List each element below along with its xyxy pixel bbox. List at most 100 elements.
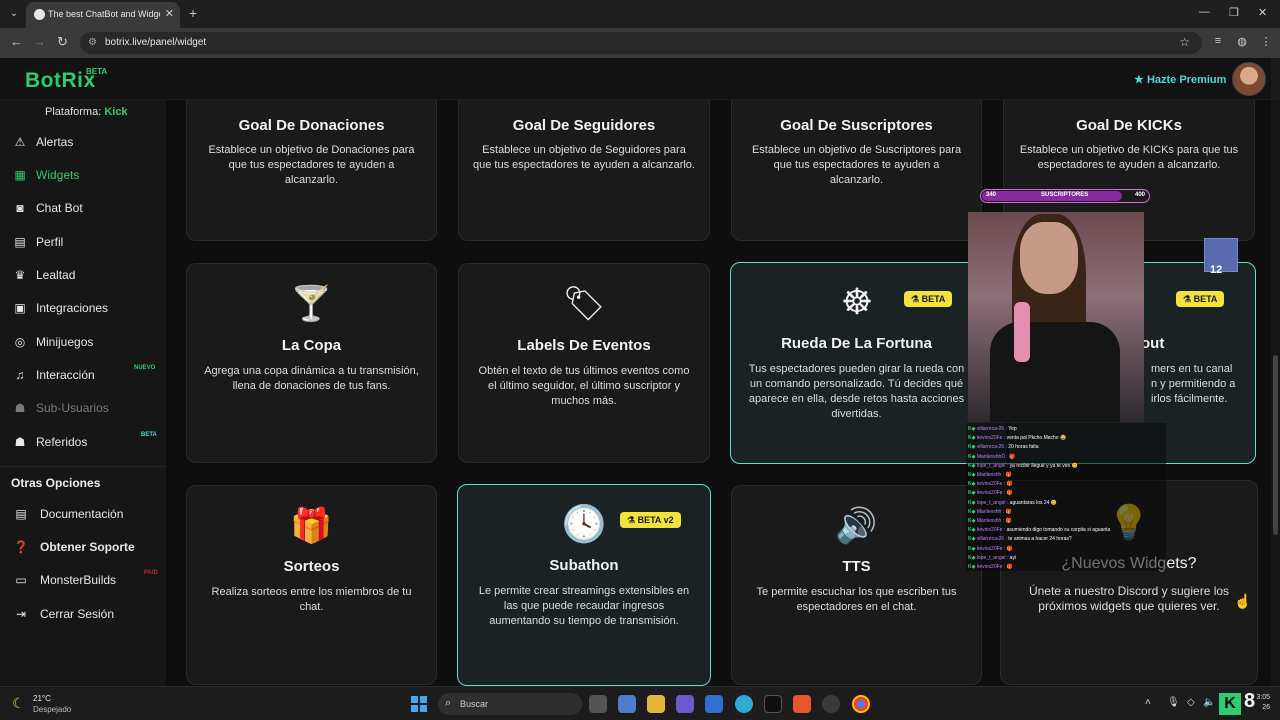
edge-icon[interactable]: [735, 695, 753, 713]
divider: [0, 466, 166, 467]
back-icon[interactable]: ←: [10, 34, 23, 49]
kick-badge-icon: K◆: [968, 481, 976, 488]
scrollbar-thumb[interactable]: [1273, 355, 1278, 535]
mic-icon[interactable]: 🎙: [1167, 697, 1180, 708]
card-la-copa[interactable]: 🍸 La Copa Agrega una copa dinámica a tu …: [186, 263, 437, 463]
sidebar-item-widgets[interactable]: ▦ Widgets: [0, 160, 166, 190]
chat-text: Yep: [1008, 426, 1017, 432]
chat-message: K◆ Marilenshh : 🎁: [968, 471, 1012, 479]
maximize-icon[interactable]: ❐: [1229, 6, 1239, 19]
card-subathon[interactable]: 🕓 ⚗ BETA v2 Subathon Le permite crear st…: [457, 484, 711, 686]
network-icon[interactable]: ◇: [1187, 697, 1195, 708]
card-goal-donaciones[interactable]: Goal De Donaciones Establece un objetivo…: [186, 100, 437, 241]
clock[interactable]: 3:05 26: [1256, 693, 1270, 713]
sidebar-item-lealtad[interactable]: ♛ Lealtad: [0, 260, 166, 290]
store-icon[interactable]: [618, 695, 636, 713]
desc-line: n y permitiendo a: [1151, 378, 1236, 390]
close-tab-icon[interactable]: ✕: [165, 7, 174, 20]
sidebar-item-interaccion[interactable]: ♫ Interacción NUEVO: [0, 360, 166, 390]
kick-badge-icon: K◆: [968, 499, 976, 506]
chat-message: K◆ villarreca‹26 : te animas a hacer 24 …: [968, 535, 1072, 543]
sidebar-item-soporte[interactable]: ❓ Obtener Soporte: [0, 532, 166, 562]
platform-value: Kick: [104, 106, 128, 118]
chat-username: kevinx20Fe :: [976, 545, 1006, 552]
kick-counter: 8: [1244, 690, 1256, 712]
chat-message: K◆ kevinx20Fe : 🎁: [968, 545, 1013, 553]
sidebar-item-label: Referidos: [36, 435, 88, 449]
chat-message: K◆ Marilenshh : 🎁: [968, 508, 1012, 516]
file-explorer-icon[interactable]: [647, 695, 665, 713]
forward-icon[interactable]: →: [33, 34, 46, 49]
sidebar-item-label: Minijuegos: [36, 335, 94, 349]
tags-icon: 🏷: [562, 285, 606, 323]
kick-badge-icon: K◆: [968, 564, 976, 570]
premium-button[interactable]: ★ Hazte Premium: [1134, 73, 1226, 86]
card-goal-seguidores[interactable]: Goal De Seguidores Establece un objetivo…: [458, 100, 710, 241]
card-tts[interactable]: 🔊 TTS Te permite escuchar los que escrib…: [731, 485, 982, 685]
address-bar[interactable]: ⚙ botrix.live/panel/widget ☆: [80, 32, 1202, 54]
user-avatar[interactable]: [1232, 62, 1266, 96]
speaker-icon: 🔊: [835, 507, 878, 545]
chat-message: K◆ kevinx20Fe : 🎁: [968, 489, 1013, 497]
chat-message: K◆ lope_t_angel : ayi: [968, 554, 1016, 562]
desc-line: irlos fácilmente.: [1151, 393, 1228, 405]
kick-badge-icon: K◆: [968, 508, 976, 515]
sidebar-item-monsterbuilds[interactable]: ▭ MonsterBuilds PAID: [0, 565, 166, 595]
chat-message: K◆ kevinx20Fe : 🎁: [968, 480, 1013, 488]
sidebar-item-sub-usuarios[interactable]: ☗ Sub-Usuarios: [0, 393, 166, 423]
sidebar-item-cerrar-sesion[interactable]: ⇥ Cerrar Sesión: [0, 599, 166, 629]
profile-icon[interactable]: ◍: [1235, 35, 1249, 49]
tab-search-icon[interactable]: ⌄: [6, 6, 22, 22]
card-labels-eventos[interactable]: 🏷 Labels De Eventos Obtén el texto de tu…: [458, 263, 710, 463]
taskbar-search[interactable]: ⌕ Buscar: [438, 693, 582, 715]
tray-chevron-icon[interactable]: ˄: [1145, 697, 1151, 708]
volume-icon[interactable]: 🔈: [1203, 697, 1215, 708]
sidebar-item-perfil[interactable]: ▤ Perfil: [0, 227, 166, 257]
close-window-icon[interactable]: ✕: [1258, 6, 1267, 19]
menu-icon[interactable]: ⋮: [1259, 35, 1273, 49]
obs-icon[interactable]: [822, 695, 840, 713]
chat-username: Marilenshh :: [976, 472, 1005, 478]
webcam-overlay: [968, 212, 1144, 422]
chat-message: K◆ lope_t_angel : ya recibir llegué y ya…: [968, 462, 1078, 470]
site-info-icon[interactable]: ⚙: [88, 37, 97, 48]
card-title: Goal De Suscriptores: [780, 117, 933, 134]
chat-text: 🎁: [1006, 545, 1013, 552]
card-sorteos[interactable]: 🎁 Sorteos Realiza sorteos entre los miem…: [186, 485, 437, 685]
card-goal-suscriptores[interactable]: Goal De Suscriptores Establece un objeti…: [731, 100, 982, 241]
card-title: Goal De KICKs: [1076, 117, 1182, 134]
new-tab-icon[interactable]: +: [189, 5, 197, 21]
weather-desc: Despejado: [33, 705, 72, 714]
beta-badge: ⚗ BETA: [1176, 291, 1225, 307]
search-icon: ⌕: [445, 697, 452, 709]
sidebar-item-minijuegos[interactable]: ◎ Minijuegos: [0, 327, 166, 357]
kick-badge-icon: K◆: [968, 536, 976, 543]
kick-badge-icon: K◆: [968, 462, 976, 469]
chat-text: 🎁: [1006, 490, 1013, 497]
star-icon: ★: [1134, 74, 1144, 86]
sidebar-item-referidos[interactable]: ☗ Referidos BETA: [0, 427, 166, 457]
gamepad-icon: ◎: [14, 335, 26, 349]
sidebar-item-chat-bot[interactable]: ◙ Chat Bot: [0, 193, 166, 223]
sidebar-item-documentacion[interactable]: ▤ Documentación: [0, 499, 166, 529]
sidebar-item-integraciones[interactable]: ▣ Integraciones: [0, 293, 166, 323]
sidebar-item-alertas[interactable]: ⚠ Alertas: [0, 127, 166, 157]
tiktok-icon[interactable]: [764, 695, 782, 713]
url-text[interactable]: botrix.live/panel/widget: [105, 37, 206, 48]
browser-tab[interactable]: The best ChatBot and Widgets ✕: [26, 2, 180, 28]
windows-start-icon[interactable]: [411, 696, 427, 712]
bookmark-star-icon[interactable]: ☆: [1179, 35, 1190, 49]
teams-icon[interactable]: [676, 695, 694, 713]
minimize-icon[interactable]: —: [1199, 6, 1210, 18]
mail-icon[interactable]: [705, 695, 723, 713]
chat-username: Marilenshh :: [976, 508, 1005, 515]
chrome-icon[interactable]: [852, 695, 870, 713]
chat-text: venta pal Pkcho Mecho 😂: [1006, 435, 1067, 442]
reload-icon[interactable]: ↻: [57, 34, 68, 50]
chat-text: ayi: [1009, 554, 1017, 561]
task-view-icon[interactable]: [589, 695, 607, 713]
tab-list-icon[interactable]: ≡: [1211, 35, 1225, 49]
brave-icon[interactable]: [793, 695, 811, 713]
new-badge: NUEVO: [134, 365, 156, 371]
sidebar-item-label: Obtener Soporte: [40, 540, 135, 554]
